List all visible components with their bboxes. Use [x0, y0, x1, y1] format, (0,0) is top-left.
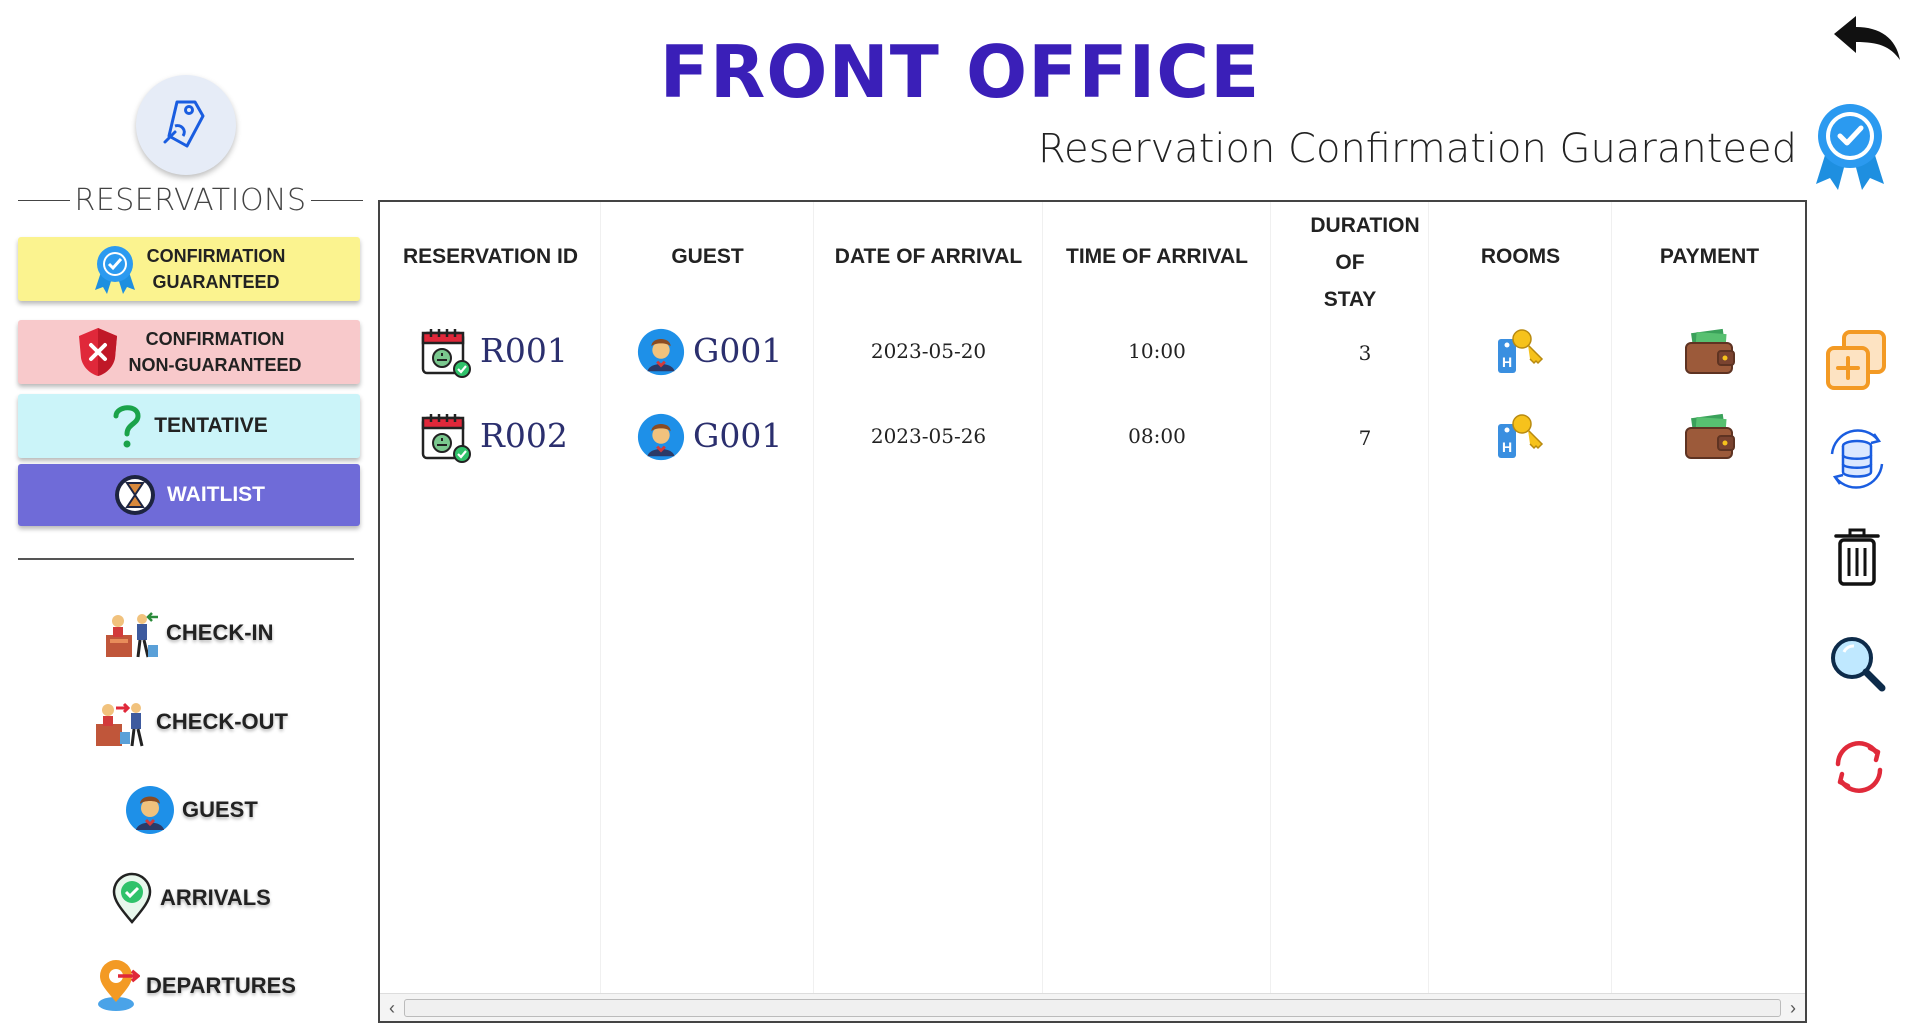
tentative-button[interactable]: TENTATIVE: [18, 394, 360, 458]
departure-pin-icon: [98, 960, 140, 1011]
reservations-table: RESERVATION ID GUEST DATE OF ARRIVAL TIM…: [378, 200, 1807, 1023]
status-label-line1: CONFIRMATION: [145, 329, 285, 349]
add-copy-icon[interactable]: [1824, 328, 1888, 392]
nav-departures[interactable]: DEPARTURES: [94, 960, 296, 1012]
reservation-id-cell: R001: [480, 331, 568, 370]
scroll-right-arrow[interactable]: ›: [1784, 998, 1802, 1018]
check-out-icon: [96, 702, 144, 747]
calendar-check-icon: [421, 329, 471, 378]
back-undo-icon[interactable]: [1830, 12, 1902, 64]
date-of-arrival-cell: 2023-05-20: [870, 339, 987, 363]
guest-avatar-icon: [637, 413, 685, 461]
waitlist-label: WAITLIST: [167, 483, 265, 506]
table-row[interactable]: R002 G001 2023-05-26 08:00 7 H: [380, 402, 1807, 472]
header-duration-of-stay: DURATION OF STAY: [1310, 214, 1420, 311]
shield-x-icon: [78, 328, 117, 376]
refresh-icon[interactable]: [1830, 738, 1888, 796]
database-sync-icon[interactable]: [1822, 424, 1892, 494]
verified-ribbon-icon: [1816, 104, 1884, 190]
confirmation-guaranteed-button[interactable]: CONFIRMATION GUARANTEED: [18, 237, 360, 301]
status-label-line2: GUARANTEED: [152, 272, 280, 292]
time-of-arrival-cell: 10:00: [1128, 339, 1186, 363]
date-of-arrival-cell: 2023-05-26: [870, 424, 987, 448]
duration-cell: 7: [1358, 426, 1372, 450]
page-title: FRONT OFFICE: [659, 30, 1261, 114]
verified-ribbon-icon: [94, 246, 135, 294]
room-key-icon[interactable]: H: [1492, 325, 1548, 381]
nav-arrivals-label: ARRIVALS: [160, 885, 271, 910]
wallet-payment-icon[interactable]: [1682, 327, 1738, 379]
confirmation-non-guaranteed-button[interactable]: CONFIRMATION NON-GUARANTEED: [18, 320, 360, 384]
svg-text:H: H: [1502, 439, 1512, 455]
guest-avatar-icon: [637, 328, 685, 376]
search-icon[interactable]: [1828, 634, 1888, 694]
wallet-payment-icon[interactable]: [1682, 412, 1738, 464]
header-date-of-arrival: DATE OF ARRIVAL: [834, 245, 1023, 268]
scroll-thumb[interactable]: [404, 999, 1781, 1017]
question-mark-icon: [113, 405, 141, 448]
waitlist-button[interactable]: WAITLIST: [18, 464, 360, 526]
header-payment: PAYMENT: [1659, 245, 1760, 268]
scroll-left-arrow[interactable]: ‹: [383, 998, 401, 1018]
nav-guest-label: GUEST: [182, 797, 258, 822]
nav-departures-label: DEPARTURES: [146, 973, 296, 998]
guest-id-cell: G001: [693, 416, 783, 455]
nav-check-out[interactable]: CHECK-OUT: [94, 696, 288, 748]
sidebar-divider: [18, 558, 354, 560]
time-of-arrival-cell: 08:00: [1128, 424, 1186, 448]
room-key-icon[interactable]: H: [1492, 410, 1548, 466]
guest-id-cell: G001: [693, 331, 783, 370]
calendar-check-icon: [421, 414, 471, 463]
header-time-of-arrival: TIME OF ARRIVAL: [1066, 245, 1248, 268]
header-rooms: ROOMS: [1480, 245, 1561, 268]
tag-hand-icon: [163, 100, 205, 148]
status-label-line1: CONFIRMATION: [146, 246, 286, 266]
status-label-line2: NON-GUARANTEED: [128, 355, 302, 375]
table-row[interactable]: R001 G001 2023-05-20 10:00 3 H: [380, 317, 1807, 387]
header-guest: GUEST: [671, 245, 744, 268]
guest-avatar-icon: [126, 786, 174, 834]
reservations-section-label: RESERVATIONS: [18, 180, 364, 220]
reservations-logo: [136, 75, 236, 175]
nav-check-in-label: CHECK-IN: [166, 620, 274, 645]
location-check-icon: [112, 872, 152, 924]
horizontal-scrollbar[interactable]: ‹ ›: [380, 993, 1805, 1021]
trash-icon[interactable]: [1832, 526, 1882, 588]
nav-arrivals[interactable]: ARRIVALS: [110, 872, 271, 924]
hourglass-icon: [115, 475, 155, 515]
tentative-label: TENTATIVE: [154, 414, 268, 437]
duration-cell: 3: [1358, 341, 1372, 365]
svg-text:H: H: [1502, 354, 1512, 370]
page-subtitle: Reservation Confirmation Guaranteed: [1038, 126, 1797, 172]
check-in-icon: [106, 612, 158, 658]
header-reservation-id: RESERVATION ID: [402, 245, 579, 268]
nav-guest[interactable]: GUEST: [124, 784, 258, 836]
reservation-id-cell: R002: [480, 416, 568, 455]
nav-check-in[interactable]: CHECK-IN: [104, 607, 274, 659]
nav-check-out-label: CHECK-OUT: [156, 709, 288, 734]
